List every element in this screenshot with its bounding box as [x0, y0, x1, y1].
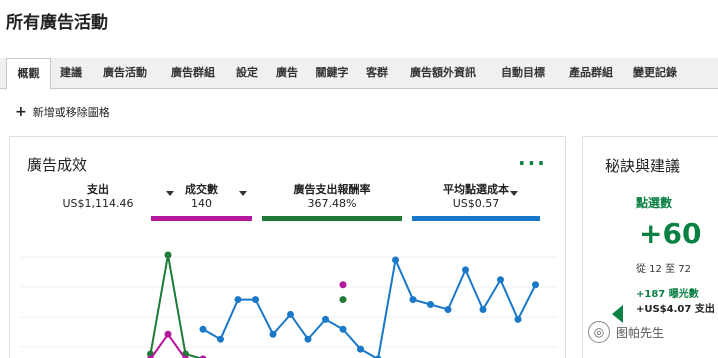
metric-spend[interactable]: 支出 US$1,114.46: [36, 181, 174, 221]
tips-metric-label: 點選數: [636, 196, 673, 210]
chart-point[interactable]: [444, 305, 452, 313]
metric-value: 367.48%: [307, 197, 357, 210]
chart-point[interactable]: [357, 345, 364, 353]
tab-item[interactable]: 概觀: [6, 58, 51, 90]
chart-point[interactable]: [392, 256, 399, 264]
chart-point[interactable]: [164, 251, 172, 259]
metric-color-bar: [412, 216, 540, 221]
chart-point[interactable]: [479, 305, 487, 313]
tab-item[interactable]: 廣告: [267, 58, 307, 89]
chart-series-line: [151, 255, 344, 358]
tab-item[interactable]: 變更記錄: [625, 58, 685, 89]
page-title: 所有廣告活動: [6, 13, 108, 33]
chart-point[interactable]: [199, 325, 207, 333]
chart-point[interactable]: [339, 296, 347, 304]
metric-value: 140: [191, 197, 212, 210]
metric-label: 支出: [87, 183, 109, 196]
tab-item[interactable]: 廣告額外資訊: [397, 58, 489, 89]
tips-card-title: 秘訣與建議: [605, 157, 681, 175]
tab-item[interactable]: 廣告群組: [159, 58, 227, 89]
add-remove-cards-button[interactable]: + 新增或移除圖格: [15, 104, 110, 120]
metric-conversions[interactable]: 成交數 140: [151, 181, 252, 221]
chart-point[interactable]: [234, 296, 242, 304]
chart-point[interactable]: [532, 281, 539, 289]
chart-point[interactable]: [217, 335, 224, 343]
chart-point[interactable]: [339, 281, 347, 289]
metric-roas[interactable]: 廣告支出報酬率 367.48%: [262, 181, 402, 221]
metric-label: 廣告支出報酬率: [293, 183, 371, 196]
tips-from-to: 從 12 至 72: [636, 264, 691, 275]
metric-avg-cpc[interactable]: 平均點選成本 US$0.57: [412, 181, 540, 221]
chart-point[interactable]: [427, 301, 434, 309]
chart-point[interactable]: [252, 296, 259, 304]
chart-point[interactable]: [287, 310, 294, 318]
metric-color-bar: [151, 216, 252, 221]
chevron-down-icon[interactable]: [510, 191, 518, 196]
chart-point[interactable]: [409, 296, 417, 304]
performance-chart: [20, 137, 557, 358]
metric-label: 成交數: [185, 183, 218, 196]
tab-bar: 概觀 建議 廣告活動 廣告群組 設定 廣告 關鍵字 客群 廣告額外資訊 自動目標 產品群組 變更記錄: [0, 58, 718, 90]
chart-point[interactable]: [164, 330, 172, 338]
watermark-logo-icon: ◎: [588, 321, 610, 343]
chart-point[interactable]: [304, 335, 312, 343]
tab-item[interactable]: 關鍵字: [307, 58, 357, 89]
tab-item[interactable]: 產品群組: [557, 58, 625, 89]
tab-item[interactable]: 自動目標: [489, 58, 557, 89]
chart-point[interactable]: [462, 266, 469, 274]
metric-color-bar: [36, 216, 160, 221]
tips-metric-change: +60: [639, 217, 702, 250]
metric-value: US$1,114.46: [62, 197, 134, 210]
performance-card-title: 廣告成效: [27, 156, 88, 174]
tab-item[interactable]: 客群: [357, 58, 397, 89]
metric-label: 平均點選成本: [443, 183, 509, 196]
chart-point[interactable]: [339, 325, 347, 333]
plus-icon: +: [15, 103, 27, 120]
tips-impressions: +187 曝光數: [636, 289, 699, 300]
watermark-text: 图帕先生: [616, 325, 665, 340]
watermark: ◎ 图帕先生: [580, 312, 718, 352]
metric-color-bar: [262, 216, 402, 221]
tab-item[interactable]: 建議: [51, 58, 91, 89]
chevron-down-icon[interactable]: [239, 191, 247, 196]
metric-value: US$0.57: [452, 197, 500, 210]
chart-point[interactable]: [322, 315, 329, 323]
chart-point[interactable]: [269, 330, 277, 338]
chart-point[interactable]: [497, 276, 504, 284]
more-options-icon[interactable]: ···: [518, 151, 547, 175]
chart-point[interactable]: [514, 315, 522, 323]
performance-card: 廣告成效 ··· 支出 US$1,114.46 成交數 140 廣告支出報酬率 …: [9, 136, 566, 358]
tab-item[interactable]: 設定: [227, 58, 267, 89]
tab-item[interactable]: 廣告活動: [91, 58, 159, 89]
add-remove-cards-label: 新增或移除圖格: [32, 106, 110, 119]
